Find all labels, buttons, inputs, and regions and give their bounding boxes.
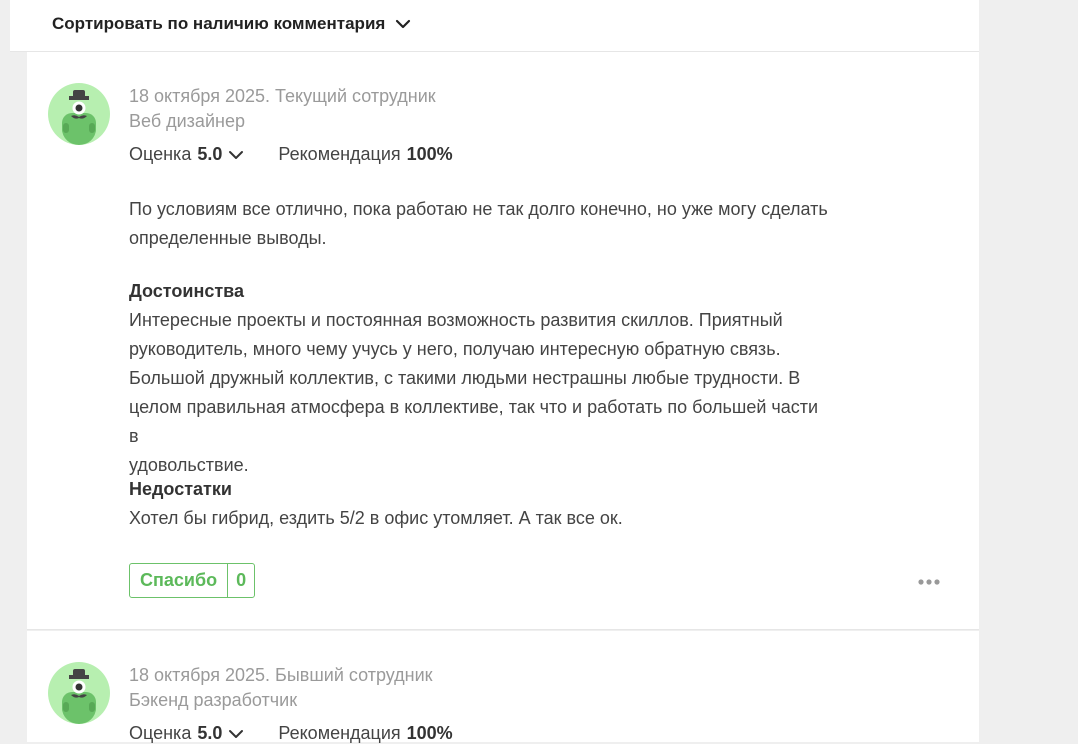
rating-value: 5.0 <box>197 144 223 164</box>
cons-title: Недостатки <box>129 479 232 499</box>
thanks-button[interactable]: Спасибо 0 <box>129 563 256 598</box>
pros-section: Достоинства Интересные проекты и постоян… <box>129 277 829 480</box>
sort-bar: Сортировать по наличию комментария <box>10 0 979 52</box>
thanks-label: Спасибо <box>140 570 218 590</box>
chevron-down-icon <box>396 19 411 29</box>
rating-label: Оценка <box>129 144 192 164</box>
pros-line: руководитель, много чему учусь у него, п… <box>129 339 781 359</box>
sort-label: Сортировать по наличию комментария <box>52 14 386 33</box>
review-card: 18 октября 2025. Бывший сотрудник Бэкенд… <box>27 631 979 744</box>
review-date-status: 18 октября 2025. Бывший сотрудник <box>129 665 433 685</box>
cons-section: Недостатки Хотел бы гибрид, ездить 5/2 в… <box>129 475 829 533</box>
review-date-status: 18 октября 2025. Текущий сотрудник <box>129 86 436 106</box>
review-ratings: Оценка 5.0 Рекомендация 100% <box>129 144 453 165</box>
recommendation-label: Рекомендация <box>278 144 401 164</box>
thanks-count: 0 <box>227 564 254 597</box>
review-text-line: определенные выводы. <box>129 228 327 248</box>
recommendation-label: Рекомендация <box>278 723 401 743</box>
chevron-down-icon[interactable] <box>228 150 244 160</box>
review-text: По условиям все отлично, пока работаю не… <box>129 195 829 253</box>
right-sidebar-background <box>979 0 1078 742</box>
review-role: Веб дизайнер <box>129 111 245 131</box>
review-role: Бэкенд разработчик <box>129 690 298 710</box>
sort-dropdown[interactable]: Сортировать по наличию комментария <box>52 14 411 34</box>
monster-avatar-icon <box>48 83 110 145</box>
review-ratings: Оценка 5.0 Рекомендация 100% <box>129 723 453 744</box>
more-dots-icon[interactable] <box>917 577 941 587</box>
pros-line: целом правильная атмосфера в коллективе,… <box>129 397 819 446</box>
review-card: 18 октября 2025. Текущий сотрудник Веб д… <box>27 52 979 630</box>
chevron-down-icon[interactable] <box>228 729 244 739</box>
recommendation-value: 100% <box>406 144 453 164</box>
left-margin <box>0 0 10 742</box>
pros-line: Большой дружный коллектив, с такими людь… <box>129 368 801 388</box>
rating-value: 5.0 <box>197 723 223 743</box>
cons-line: Хотел бы гибрид, ездить 5/2 в офис утомл… <box>129 508 623 528</box>
monster-avatar-icon <box>48 662 110 724</box>
review-text-line: По условиям все отлично, пока работаю не… <box>129 199 828 219</box>
rating-label: Оценка <box>129 723 192 743</box>
pros-line: Интересные проекты и постоянная возможно… <box>129 310 783 330</box>
pros-title: Достоинства <box>129 281 244 301</box>
recommendation-value: 100% <box>406 723 453 743</box>
